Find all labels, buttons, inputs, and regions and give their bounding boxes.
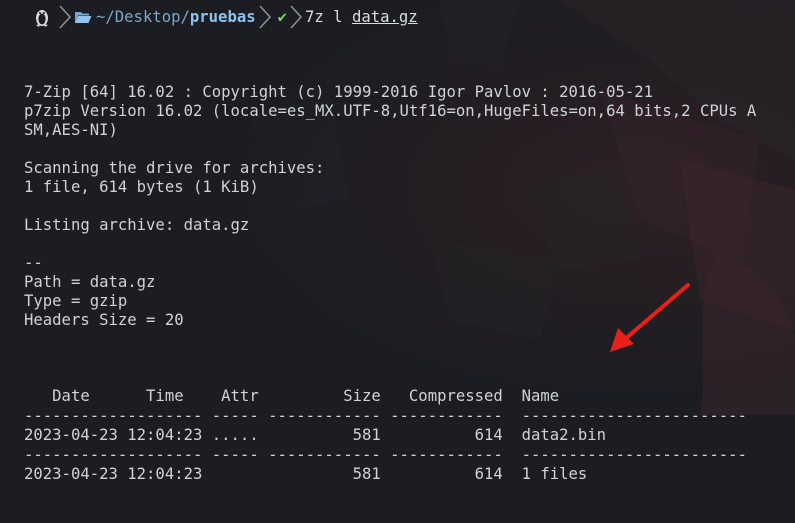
output-line: Listing archive: data.gz — [24, 216, 250, 234]
table-row: ------------------- ----- ------------ -… — [24, 445, 747, 464]
chevron-right-icon — [290, 5, 303, 29]
tux-icon — [36, 10, 48, 27]
shell-prompt: ~/Desktop/pruebas ✔ 7z l data.gz — [0, 4, 418, 30]
table-row: 2023-04-23 12:04:23 ..... 581 614 data2.… — [24, 426, 607, 444]
command-argument[interactable]: data.gz — [352, 8, 418, 26]
archive-listing-table: Date Time Attr Size Compressed Name -----… — [24, 387, 795, 485]
output-line: -- — [24, 254, 43, 272]
table-row: ------------------- ----- ------------ -… — [24, 406, 747, 425]
chevron-right-icon — [59, 5, 72, 29]
status-check-icon: ✔ — [277, 8, 287, 26]
path-prefix: ~/Desktop/ — [96, 8, 190, 26]
output-line: p7zip Version 16.02 (locale=es_MX.UTF-8,… — [24, 102, 757, 120]
output-line: Scanning the drive for archives: — [24, 159, 325, 177]
output-line: 1 file, 614 bytes (1 KiB) — [24, 178, 259, 196]
path-segment: ~/Desktop/pruebas — [74, 4, 256, 30]
table-row: Date Time Attr Size Compressed Name — [24, 387, 560, 405]
terminal-window[interactable]: ~/Desktop/pruebas ✔ 7z l data.gz 7-Zip [… — [0, 0, 795, 483]
table-row: 2023-04-23 12:04:23 581 614 1 files — [24, 465, 588, 483]
output-line: SM,AES-NI) — [24, 121, 118, 139]
os-segment — [0, 4, 56, 30]
output-line: 7-Zip [64] 16.02 : Copyright (c) 1999-20… — [24, 83, 654, 101]
folder-open-icon — [75, 12, 92, 23]
red-arrow-icon — [610, 283, 690, 352]
command-name: 7z l — [305, 8, 352, 26]
chevron-right-icon — [259, 5, 271, 29]
command-text[interactable]: 7z l data.gz — [305, 8, 418, 26]
path-current-dir: pruebas — [189, 8, 256, 26]
